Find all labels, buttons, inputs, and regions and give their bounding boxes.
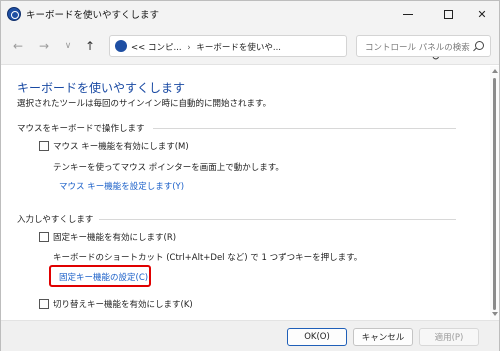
mouse-keys-checkbox[interactable] bbox=[39, 141, 49, 151]
sticky-keys-description: キーボードのショートカット (Ctrl+Alt+Del など) で 1 つずつキ… bbox=[53, 253, 363, 263]
control-panel-icon bbox=[7, 7, 21, 21]
chevron-down-icon: ∨ bbox=[64, 41, 72, 51]
page-title: キーボードを使いやすくします bbox=[17, 81, 186, 95]
arrow-right-icon: → bbox=[38, 39, 50, 53]
divider bbox=[99, 219, 456, 220]
apply-button[interactable]: 適用(P) bbox=[419, 328, 479, 346]
search-placeholder: コントロール パネルの検索 bbox=[365, 43, 470, 53]
back-button[interactable]: ← bbox=[9, 37, 27, 55]
content-area: キーボードを使いやすくします 選択されたツールは毎回のサインイン時に自動的に開始… bbox=[1, 66, 490, 320]
close-button[interactable]: ✕ bbox=[462, 1, 500, 27]
section-title-input: 入力しやすくします bbox=[17, 215, 94, 225]
scrollbar-thumb[interactable] bbox=[493, 78, 496, 310]
scroll-down-icon[interactable] bbox=[491, 312, 498, 316]
toggle-keys-checkbox[interactable] bbox=[39, 299, 49, 309]
maximize-icon bbox=[443, 9, 453, 19]
dialog-window: キーボードを使いやすくします ✕ ← → ∨ ↑ << コンピ... › キーボ… bbox=[0, 0, 500, 351]
window-title: キーボードを使いやすくします bbox=[26, 10, 160, 21]
highlight-box bbox=[49, 265, 151, 287]
sticky-keys-checkbox[interactable] bbox=[39, 232, 49, 242]
address-bar[interactable]: << コンピ... › キーボードを使いや... ∨ ↻ bbox=[109, 35, 440, 63]
up-button[interactable]: ↑ bbox=[81, 37, 99, 55]
sticky-keys-label[interactable]: 固定キー機能を有効にします(R) bbox=[53, 231, 176, 243]
control-panel-icon bbox=[115, 40, 127, 52]
toggle-keys-label[interactable]: 切り替えキー機能を有効にします(K) bbox=[53, 298, 193, 310]
breadcrumb-item-keyboard[interactable]: キーボードを使いや... bbox=[196, 43, 281, 53]
chevron-right-icon: › bbox=[187, 43, 191, 53]
dialog-footer: OK(O) キャンセル 適用(P) bbox=[1, 320, 499, 351]
mouse-keys-settings-link[interactable]: マウス キー機能を設定します(Y) bbox=[59, 180, 184, 192]
ok-button[interactable]: OK(O) bbox=[287, 328, 347, 346]
minimize-button[interactable] bbox=[388, 1, 428, 27]
section-title-mouse: マウスをキーボードで操作します bbox=[17, 124, 145, 134]
navigation-bar: ← → ∨ ↑ << コンピ... › キーボードを使いや... ∨ ↻ コント… bbox=[1, 27, 499, 65]
breadcrumb: << コンピ... › キーボードを使いや... bbox=[131, 41, 281, 53]
mouse-keys-label[interactable]: マウス キー機能を有効にします(M) bbox=[53, 140, 189, 152]
mouse-keys-description: テンキーを使ってマウス ポインターを画面上で動かします。 bbox=[53, 163, 284, 173]
close-icon: ✕ bbox=[477, 7, 487, 21]
forward-button[interactable]: → bbox=[35, 37, 53, 55]
divider bbox=[153, 128, 456, 129]
arrow-left-icon: ← bbox=[12, 39, 24, 53]
scroll-up-icon[interactable] bbox=[491, 69, 498, 73]
minimize-icon bbox=[403, 13, 413, 15]
breadcrumb-item-computer[interactable]: コンピ... bbox=[148, 43, 182, 53]
search-icon bbox=[475, 41, 484, 50]
title-bar[interactable]: キーボードを使いやすくします ✕ bbox=[1, 1, 499, 27]
recent-locations-button[interactable]: ∨ bbox=[59, 37, 77, 55]
search-input[interactable]: コントロール パネルの検索 bbox=[356, 35, 491, 57]
breadcrumb-overflow[interactable]: << bbox=[131, 43, 145, 53]
vertical-scrollbar[interactable] bbox=[490, 66, 499, 320]
page-description: 選択されたツールは毎回のサインイン時に自動的に開始されます。 bbox=[17, 99, 272, 109]
arrow-up-icon: ↑ bbox=[84, 39, 96, 53]
cancel-button[interactable]: キャンセル bbox=[353, 328, 413, 346]
